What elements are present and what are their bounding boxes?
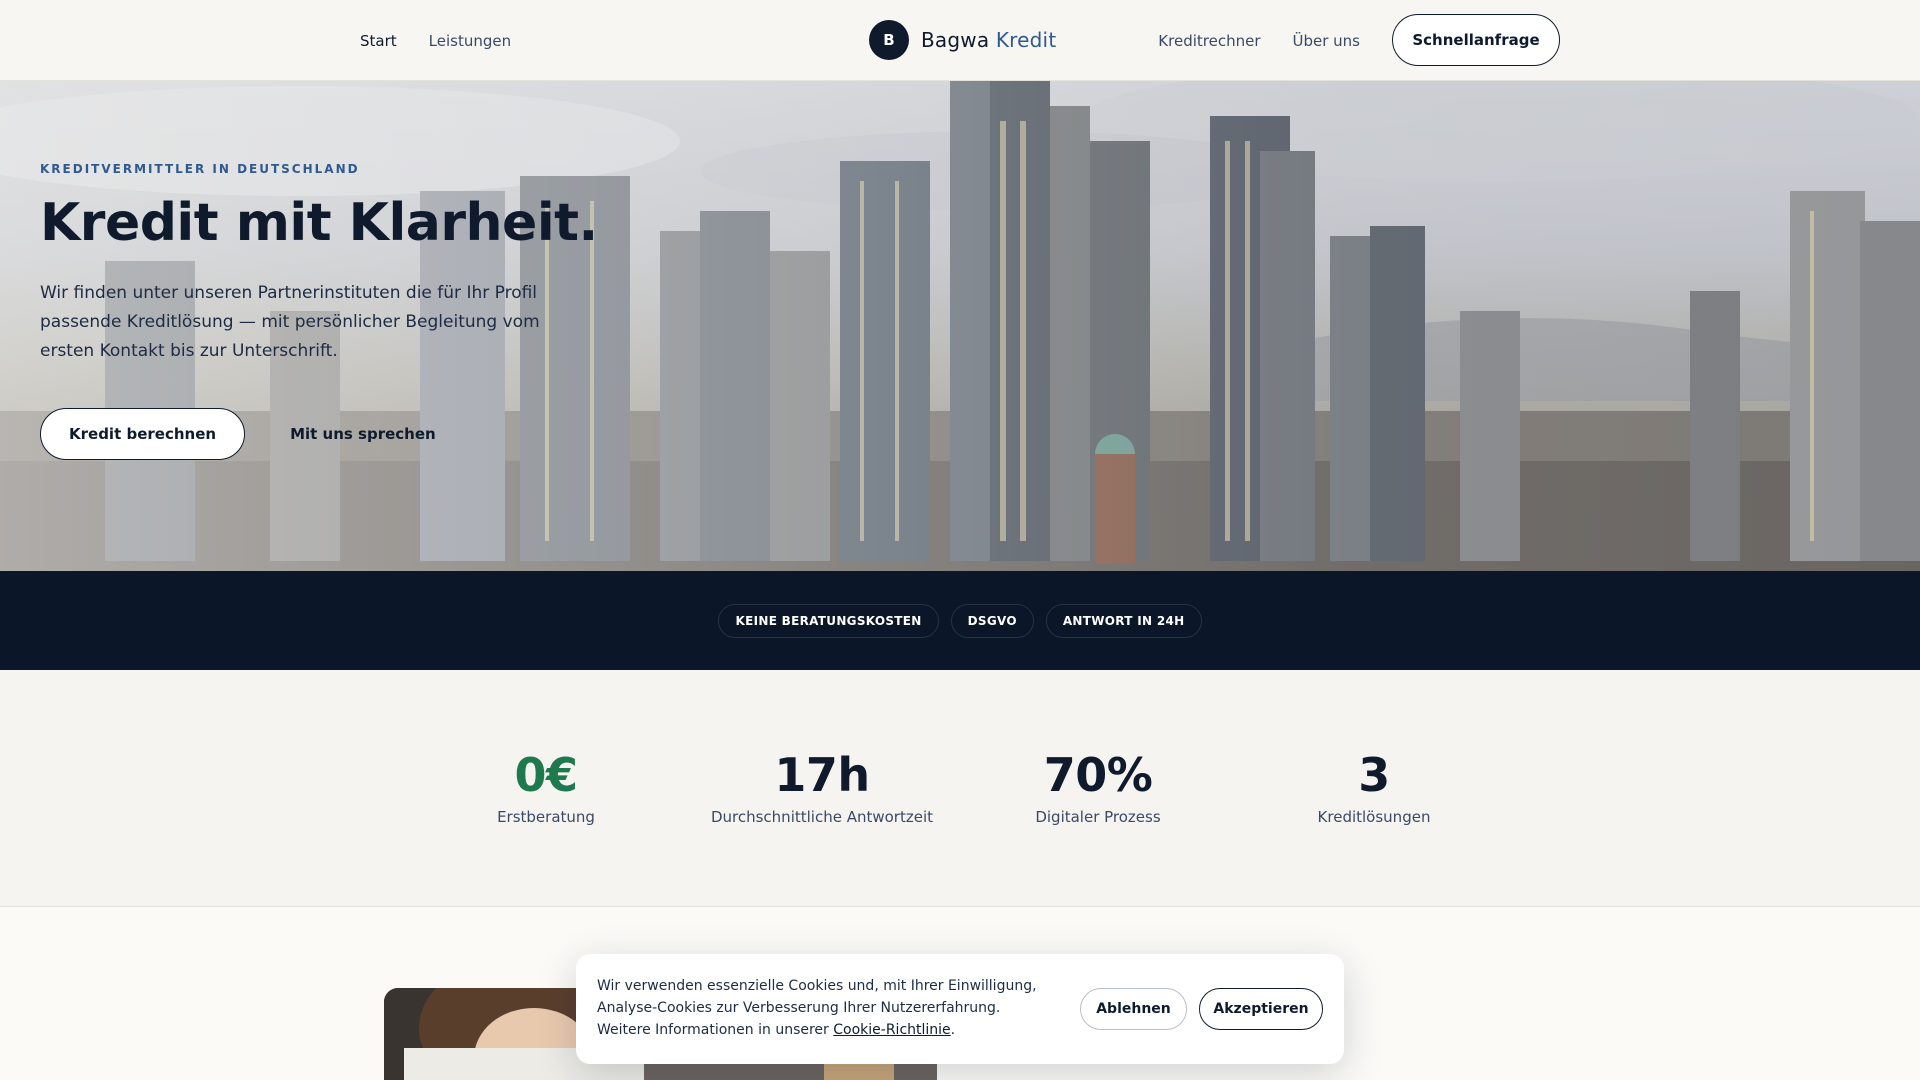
stat-value: 0€ bbox=[514, 748, 578, 802]
hero-section: KREDITVERMITTLER IN DEUTSCHLAND Kredit m… bbox=[0, 81, 1920, 571]
stat-erstberatung: 0€ Erstberatung bbox=[426, 748, 666, 826]
secondary-nav: Kreditrechner Über uns bbox=[1158, 0, 1360, 81]
cookie-text: Wir verwenden essenzielle Cookies und, m… bbox=[597, 975, 1057, 1041]
brand-badge: B bbox=[869, 20, 909, 60]
stat-label: Digitaler Prozess bbox=[1035, 808, 1161, 826]
stat-value: 3 bbox=[1358, 748, 1390, 802]
stat-value: 70% bbox=[1043, 748, 1153, 802]
brand-logo[interactable]: B Bagwa Kredit bbox=[869, 20, 1056, 60]
trust-bar: KEINE BERATUNGSKOSTEN DSGVO ANTWORT IN 2… bbox=[0, 571, 1920, 670]
trust-chip-no-fees: KEINE BERATUNGSKOSTEN bbox=[718, 603, 939, 638]
trust-chip-dsgvo: DSGVO bbox=[950, 603, 1034, 638]
stat-label: Durchschnittliche Antwortzeit bbox=[710, 808, 934, 826]
brand-name: Bagwa Kredit bbox=[921, 28, 1056, 52]
cookie-suffix: . bbox=[950, 1022, 956, 1038]
nav-leistungen[interactable]: Leistungen bbox=[429, 32, 511, 50]
trust-chip-24h: ANTWORT IN 24H bbox=[1045, 603, 1202, 638]
hero-description: Wir finden unter unseren Partnerinstitut… bbox=[40, 283, 540, 361]
brand-name-accent: Kredit bbox=[995, 28, 1057, 52]
stat-label: Erstberatung bbox=[497, 808, 595, 826]
stat-antwortzeit: 17h Durchschnittliche Antwortzeit bbox=[702, 748, 942, 826]
stat-digitaler-prozess: 70% Digitaler Prozess bbox=[978, 748, 1218, 826]
site-header: Start Leistungen B Bagwa Kredit Kreditre… bbox=[0, 0, 1920, 81]
schnellanfrage-button[interactable]: Schnellanfrage bbox=[1392, 14, 1560, 66]
stats-section: 0€ Erstberatung 17h Durchschnittliche An… bbox=[0, 670, 1920, 907]
stat-value: 17h bbox=[774, 748, 870, 802]
hero-content: KREDITVERMITTLER IN DEUTSCHLAND Kredit m… bbox=[40, 81, 600, 571]
cookie-message: Wir verwenden essenzielle Cookies und, m… bbox=[597, 978, 1037, 1038]
nav-ueber-uns[interactable]: Über uns bbox=[1293, 32, 1361, 50]
nav-kreditrechner[interactable]: Kreditrechner bbox=[1158, 32, 1260, 50]
stat-label: Kreditlösungen bbox=[1317, 808, 1431, 826]
hero-title: Kredit mit Klarheit. bbox=[40, 193, 598, 253]
hero-actions: Kredit berechnen Mit uns sprechen bbox=[40, 408, 436, 460]
cookie-banner: Wir verwenden essenzielle Cookies und, m… bbox=[576, 954, 1344, 1064]
mit-uns-sprechen-link[interactable]: Mit uns sprechen bbox=[290, 425, 436, 443]
cookie-decline-button[interactable]: Ablehnen bbox=[1080, 988, 1187, 1030]
nav-start[interactable]: Start bbox=[360, 32, 397, 50]
hero-eyebrow: KREDITVERMITTLER IN DEUTSCHLAND bbox=[40, 162, 360, 176]
kredit-berechnen-button[interactable]: Kredit berechnen bbox=[40, 408, 246, 460]
cookie-accept-button[interactable]: Akzeptieren bbox=[1199, 988, 1323, 1030]
brand-name-main: Bagwa bbox=[921, 28, 990, 52]
primary-nav: Start Leistungen bbox=[360, 0, 511, 81]
stat-kreditloesungen: 3 Kreditlösungen bbox=[1254, 748, 1494, 826]
cookie-policy-link[interactable]: Cookie-Richtlinie bbox=[833, 1022, 950, 1038]
